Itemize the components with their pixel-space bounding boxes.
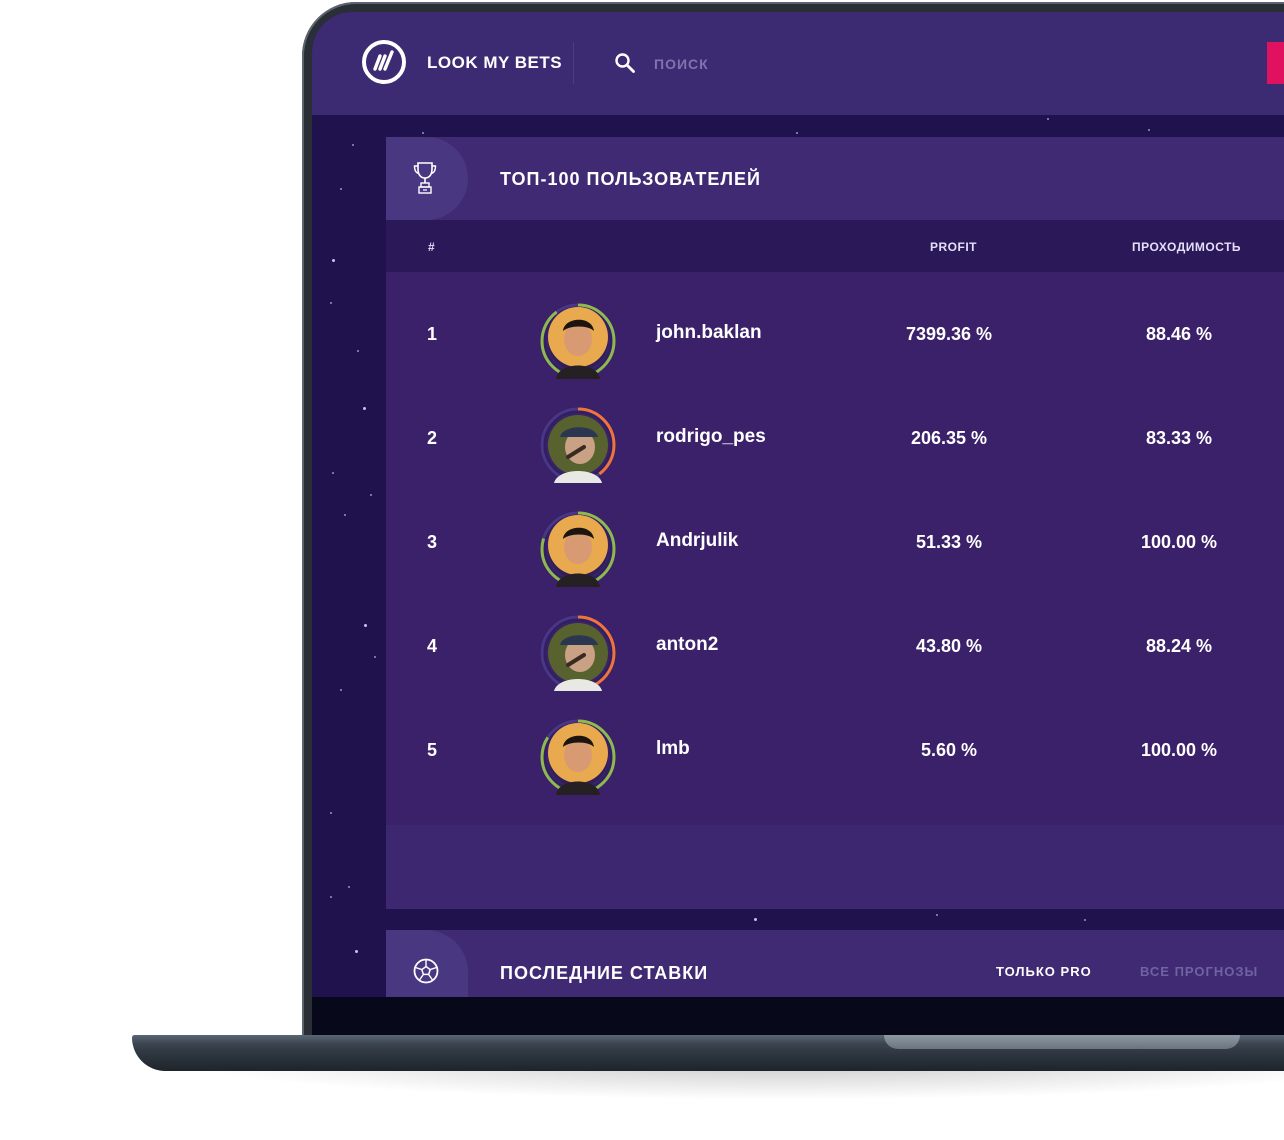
row-username[interactable]: Andrjulik <box>656 530 738 552</box>
header-divider <box>573 42 574 84</box>
top-navbar: LOOK MY BETS <box>312 12 1284 115</box>
row-rank: 2 <box>426 428 437 448</box>
recent-bets-title: ПОСЛЕДНИЕ СТАВКИ <box>500 963 709 983</box>
mockup-stage: LOOK MY BETS ПОИСК ТОП-100 ПОЛЬЗОВАТЕЛЕЙ… <box>0 0 1284 1140</box>
row-profit: 206.35 % <box>910 428 988 448</box>
lmb-logo-icon[interactable] <box>362 40 406 84</box>
trophy-icon-wrap <box>386 137 468 220</box>
row-pass-rate: 88.46 % <box>1145 324 1213 344</box>
row-rank: 4 <box>426 636 437 656</box>
star <box>348 886 350 888</box>
column-pass-rate[interactable]: ПРОХОДИМОСТЬ <box>1132 240 1241 254</box>
row-username[interactable]: john.baklan <box>656 322 762 344</box>
star <box>352 144 354 146</box>
star <box>330 302 332 304</box>
avatar[interactable] <box>540 303 616 379</box>
top-users-header: ТОП-100 ПОЛЬЗОВАТЕЛЕЙ <box>386 137 1284 220</box>
star <box>370 494 372 496</box>
star <box>796 132 798 134</box>
table-row[interactable]: 3 Andrjulik 51.33 % 100.00 % <box>386 498 1284 602</box>
top-users-title: ТОП-100 ПОЛЬЗОВАТЕЛЕЙ <box>500 169 761 189</box>
row-profit: 43.80 % <box>915 636 983 656</box>
star <box>364 624 367 627</box>
avatar[interactable] <box>540 719 616 795</box>
app-screen: LOOK MY BETS ПОИСК ТОП-100 ПОЛЬЗОВАТЕЛЕЙ… <box>312 12 1284 997</box>
star <box>332 472 334 474</box>
star <box>355 950 358 953</box>
recent-bets-card: ПОСЛЕДНИЕ СТАВКИ ТОЛЬКО PRO ВСЕ ПРОГНОЗЫ <box>386 930 1284 997</box>
row-pass-rate: 83.33 % <box>1145 428 1213 448</box>
row-rank: 1 <box>426 324 437 344</box>
row-pass-rate: 88.24 % <box>1145 636 1213 656</box>
tab-pro-only[interactable]: ТОЛЬКО PRO <box>996 964 1092 979</box>
star <box>422 132 424 134</box>
star <box>340 689 342 691</box>
star <box>1148 129 1150 131</box>
star <box>1047 118 1049 120</box>
star <box>344 514 346 516</box>
star <box>330 896 332 898</box>
laptop-bezel-bottom <box>312 997 1284 1035</box>
star <box>340 188 342 190</box>
soccer-ball-icon <box>413 958 439 984</box>
column-profit[interactable]: PROFIT <box>930 240 977 254</box>
row-profit: 5.60 % <box>920 740 978 760</box>
table-header: # PROFIT ПРОХОДИМОСТЬ <box>386 220 1284 272</box>
header-action-button[interactable] <box>1267 42 1284 84</box>
row-rank: 5 <box>426 740 437 760</box>
row-username[interactable]: rodrigo_pes <box>656 426 766 448</box>
table-row[interactable]: 2 rodrigo_pes 206.35 % 83.33 % <box>386 394 1284 498</box>
column-rank[interactable]: # <box>428 240 435 254</box>
star <box>332 259 335 262</box>
star <box>754 918 757 921</box>
ball-icon-wrap <box>386 930 468 997</box>
search-input[interactable] <box>654 52 874 76</box>
row-pass-rate: 100.00 % <box>1140 740 1218 760</box>
laptop-base-notch <box>884 1035 1240 1049</box>
table-row[interactable]: 5 lmb 5.60 % 100.00 % <box>386 706 1284 810</box>
avatar[interactable] <box>540 407 616 483</box>
row-profit: 51.33 % <box>915 532 983 552</box>
star <box>936 914 938 916</box>
star <box>357 350 359 352</box>
row-profit: 7399.36 % <box>905 324 993 344</box>
avatar[interactable] <box>540 511 616 587</box>
search-icon[interactable] <box>614 52 636 74</box>
row-pass-rate: 100.00 % <box>1140 532 1218 552</box>
table-row[interactable]: 4 anton2 43.80 % 88.24 % <box>386 602 1284 706</box>
row-username[interactable]: lmb <box>656 738 690 760</box>
star <box>330 812 332 814</box>
star <box>1084 919 1086 921</box>
top-users-card: ТОП-100 ПОЛЬЗОВАТЕЛЕЙ # PROFIT ПРОХОДИМО… <box>386 137 1284 909</box>
row-username[interactable]: anton2 <box>656 634 718 656</box>
avatar[interactable] <box>540 615 616 691</box>
star <box>374 656 376 658</box>
trophy-icon <box>413 162 437 194</box>
top-users-footer <box>386 825 1284 909</box>
row-rank: 3 <box>426 532 437 552</box>
table-body: 1 john.baklan 7399.36 % 88.46 % 2 rodrig… <box>386 272 1284 825</box>
brand-name[interactable]: LOOK MY BETS <box>427 53 562 73</box>
table-row[interactable]: 1 john.baklan 7399.36 % 88.46 % <box>386 290 1284 394</box>
star <box>363 407 366 410</box>
tab-all-predictions[interactable]: ВСЕ ПРОГНОЗЫ <box>1140 964 1258 979</box>
